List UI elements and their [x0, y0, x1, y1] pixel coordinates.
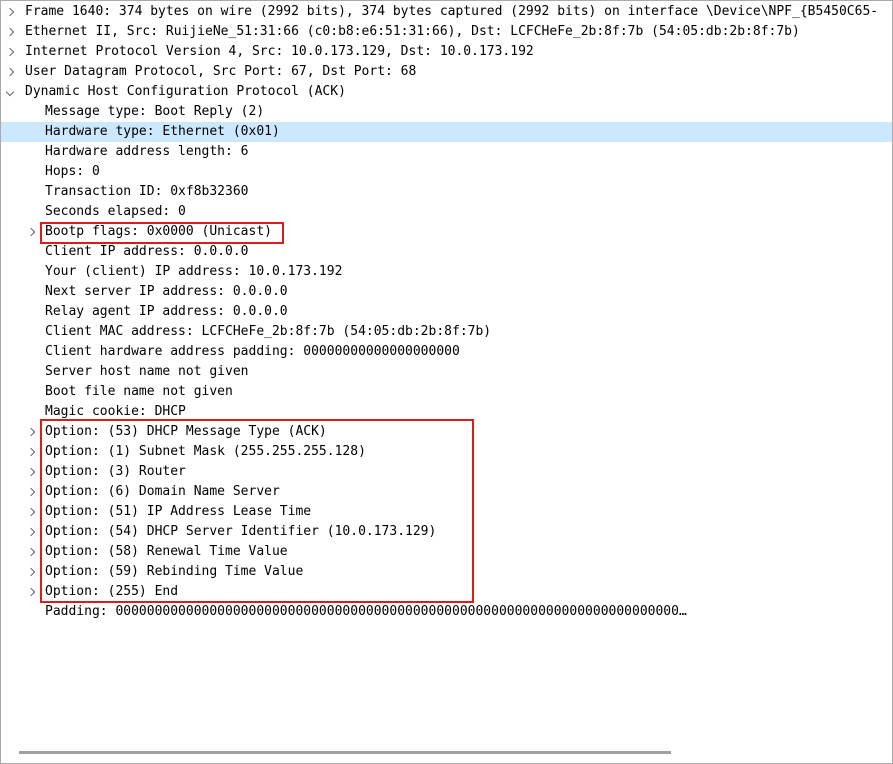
- tree-row[interactable]: Option: (3) Router: [1, 462, 892, 482]
- tree-row[interactable]: Padding: 0000000000000000000000000000000…: [1, 602, 892, 622]
- tree-row[interactable]: Dynamic Host Configuration Protocol (ACK…: [1, 82, 892, 102]
- tree-row-label: Option: (59) Rebinding Time Value: [45, 564, 304, 579]
- tree-row[interactable]: Boot file name not given: [1, 382, 892, 402]
- tree-row[interactable]: User Datagram Protocol, Src Port: 67, Ds…: [1, 62, 892, 82]
- tree-row-label: Bootp flags: 0x0000 (Unicast): [45, 224, 272, 239]
- tree-row-label: Server host name not given: [45, 364, 249, 379]
- tree-row-label: Client IP address: 0.0.0.0: [45, 244, 249, 259]
- chevron-right-icon[interactable]: [4, 2, 16, 22]
- tree-row-label: Transaction ID: 0xf8b32360: [45, 184, 249, 199]
- tree-row-label: User Datagram Protocol, Src Port: 67, Ds…: [25, 64, 417, 79]
- tree-row[interactable]: Hops: 0: [1, 162, 892, 182]
- tree-row-label: Frame 1640: 374 bytes on wire (2992 bits…: [25, 4, 879, 19]
- tree-row-label: Ethernet II, Src: RuijieNe_51:31:66 (c0:…: [25, 24, 800, 39]
- chevron-right-icon[interactable]: [25, 462, 37, 482]
- tree-row[interactable]: Option: (6) Domain Name Server: [1, 482, 892, 502]
- horizontal-scrollbar[interactable]: [19, 751, 671, 754]
- tree-row-label: Magic cookie: DHCP: [45, 404, 186, 419]
- chevron-right-icon[interactable]: [25, 482, 37, 502]
- tree-row[interactable]: Client hardware address padding: 0000000…: [1, 342, 892, 362]
- tree-row-label: Dynamic Host Configuration Protocol (ACK…: [25, 84, 346, 99]
- tree-row[interactable]: Internet Protocol Version 4, Src: 10.0.1…: [1, 42, 892, 62]
- tree-row[interactable]: Option: (54) DHCP Server Identifier (10.…: [1, 522, 892, 542]
- tree-row-label: Relay agent IP address: 0.0.0.0: [45, 304, 288, 319]
- tree-row[interactable]: Transaction ID: 0xf8b32360: [1, 182, 892, 202]
- tree-row-label: Next server IP address: 0.0.0.0: [45, 284, 288, 299]
- chevron-right-icon[interactable]: [4, 62, 16, 82]
- tree-row[interactable]: Option: (59) Rebinding Time Value: [1, 562, 892, 582]
- tree-row[interactable]: Option: (51) IP Address Lease Time: [1, 502, 892, 522]
- tree-row-label: Message type: Boot Reply (2): [45, 104, 265, 119]
- tree-row-label: Padding: 0000000000000000000000000000000…: [45, 604, 687, 619]
- tree-row-label: Option: (255) End: [45, 584, 179, 599]
- chevron-right-icon[interactable]: [25, 222, 37, 242]
- tree-row-label: Client hardware address padding: 0000000…: [45, 344, 460, 359]
- tree-row[interactable]: Magic cookie: DHCP: [1, 402, 892, 422]
- tree-row[interactable]: Option: (53) DHCP Message Type (ACK): [1, 422, 892, 442]
- tree-row[interactable]: Option: (1) Subnet Mask (255.255.255.128…: [1, 442, 892, 462]
- tree-row-label: Option: (58) Renewal Time Value: [45, 544, 288, 559]
- tree-row-label: Option: (54) DHCP Server Identifier (10.…: [45, 524, 437, 539]
- tree-row[interactable]: Message type: Boot Reply (2): [1, 102, 892, 122]
- tree-row-label: Option: (51) IP Address Lease Time: [45, 504, 312, 519]
- chevron-right-icon[interactable]: [25, 582, 37, 602]
- chevron-right-icon[interactable]: [25, 422, 37, 442]
- tree-row[interactable]: Option: (58) Renewal Time Value: [1, 542, 892, 562]
- tree-row[interactable]: Frame 1640: 374 bytes on wire (2992 bits…: [1, 2, 892, 22]
- tree-row[interactable]: Client IP address: 0.0.0.0: [1, 242, 892, 262]
- tree-row[interactable]: Bootp flags: 0x0000 (Unicast): [1, 222, 892, 242]
- tree-row[interactable]: Your (client) IP address: 10.0.173.192: [1, 262, 892, 282]
- tree-row-label: Boot file name not given: [45, 384, 233, 399]
- tree-row-label: Internet Protocol Version 4, Src: 10.0.1…: [25, 44, 534, 59]
- tree-row[interactable]: Option: (255) End: [1, 582, 892, 602]
- chevron-right-icon[interactable]: [4, 22, 16, 42]
- tree-row-label: Option: (1) Subnet Mask (255.255.255.128…: [45, 444, 366, 459]
- chevron-down-icon[interactable]: [4, 82, 16, 102]
- tree-row[interactable]: Ethernet II, Src: RuijieNe_51:31:66 (c0:…: [1, 22, 892, 42]
- chevron-right-icon[interactable]: [25, 502, 37, 522]
- tree-row[interactable]: Client MAC address: LCFCHeFe_2b:8f:7b (5…: [1, 322, 892, 342]
- packet-details-tree: Frame 1640: 374 bytes on wire (2992 bits…: [1, 2, 892, 622]
- tree-row-label: Hops: 0: [45, 164, 100, 179]
- tree-row-label: Your (client) IP address: 10.0.173.192: [45, 264, 343, 279]
- packet-details-pane: Frame 1640: 374 bytes on wire (2992 bits…: [0, 0, 893, 764]
- chevron-right-icon[interactable]: [4, 42, 16, 62]
- chevron-right-icon[interactable]: [25, 542, 37, 562]
- tree-row[interactable]: Seconds elapsed: 0: [1, 202, 892, 222]
- tree-row[interactable]: Hardware address length: 6: [1, 142, 892, 162]
- chevron-right-icon[interactable]: [25, 562, 37, 582]
- tree-row[interactable]: Relay agent IP address: 0.0.0.0: [1, 302, 892, 322]
- tree-row-label: Seconds elapsed: 0: [45, 204, 186, 219]
- tree-row-label: Hardware address length: 6: [45, 144, 249, 159]
- tree-row[interactable]: Hardware type: Ethernet (0x01): [1, 122, 892, 142]
- tree-row[interactable]: Next server IP address: 0.0.0.0: [1, 282, 892, 302]
- chevron-right-icon[interactable]: [25, 442, 37, 462]
- tree-row-label: Option: (3) Router: [45, 464, 186, 479]
- tree-row-label: Option: (53) DHCP Message Type (ACK): [45, 424, 327, 439]
- tree-row[interactable]: Server host name not given: [1, 362, 892, 382]
- chevron-right-icon[interactable]: [25, 522, 37, 542]
- tree-row-label: Option: (6) Domain Name Server: [45, 484, 280, 499]
- tree-row-label: Hardware type: Ethernet (0x01): [45, 122, 280, 142]
- tree-row-label: Client MAC address: LCFCHeFe_2b:8f:7b (5…: [45, 324, 492, 339]
